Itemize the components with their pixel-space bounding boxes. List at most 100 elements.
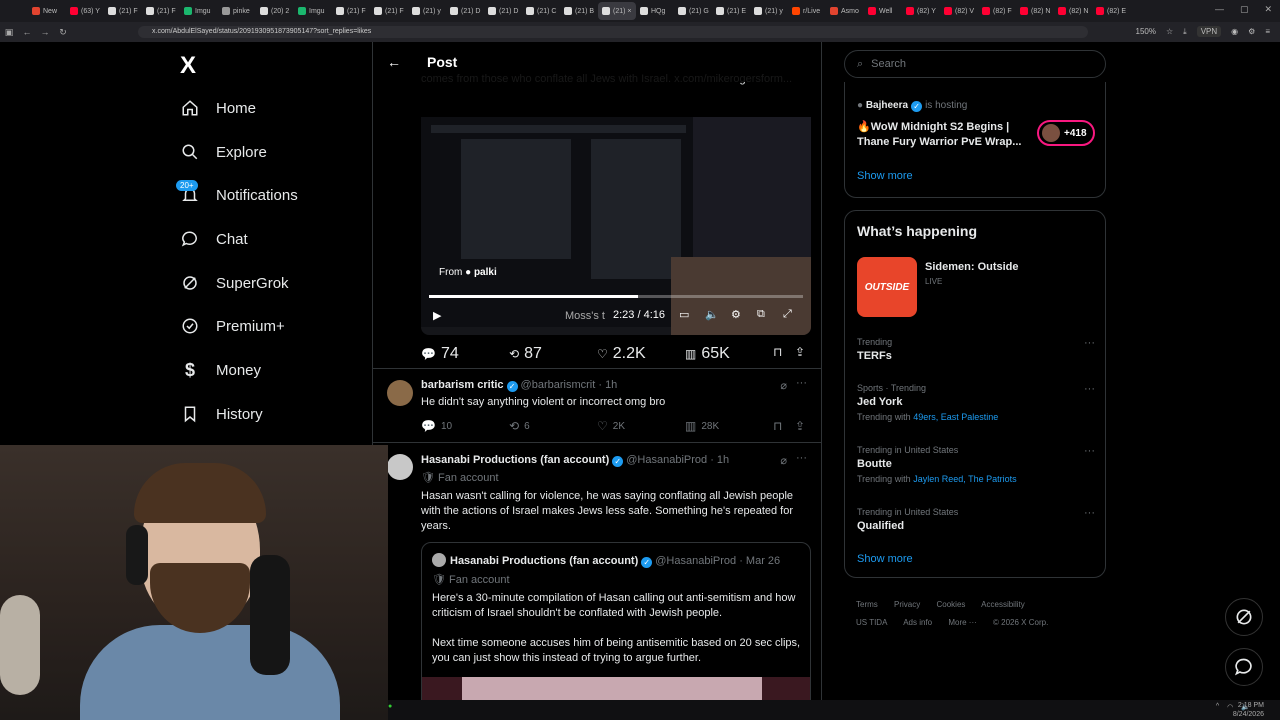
footer-link[interactable]: Terms (856, 600, 878, 609)
close-icon[interactable]: ✕ (1264, 4, 1272, 15)
footer-link[interactable]: Ads info (903, 618, 932, 627)
nav-item-supergrok[interactable]: SuperGrok (180, 267, 289, 299)
back-icon[interactable]: ← (18, 27, 36, 37)
chat-fab[interactable] (1225, 648, 1263, 686)
trend-item[interactable]: Trending in United States Qualified ··· (857, 507, 1095, 532)
settings-icon[interactable]: ⚙ (731, 308, 741, 321)
browser-tab[interactable]: (82) N (1054, 2, 1092, 20)
browser-tab[interactable]: (21) F (142, 2, 180, 20)
more-icon[interactable]: ··· (1084, 507, 1095, 519)
vpn-button[interactable]: VPN (1196, 26, 1222, 37)
grok-fab[interactable] (1225, 598, 1263, 636)
x-logo[interactable]: X (180, 52, 196, 80)
video-progress-bar[interactable] (429, 295, 803, 298)
browser-tab[interactable]: (63) Y (66, 2, 104, 20)
app-icon[interactable]: ● (388, 703, 392, 710)
browser-tab[interactable]: (21) D (446, 2, 484, 20)
trend-links[interactable]: Jaylen Reed, The Patriots (913, 474, 1016, 484)
browser-tab[interactable]: Imgu (180, 2, 218, 20)
nav-item-home[interactable]: Home (180, 92, 256, 124)
browser-tab[interactable]: (21) D (484, 2, 522, 20)
back-arrow-icon[interactable]: ← (387, 54, 401, 70)
nav-item-notifications[interactable]: 20+ Notifications (176, 179, 298, 211)
fullscreen-icon[interactable]: ⤢ (783, 308, 792, 321)
quoted-post[interactable]: Hasanabi Productions (fan account) ✓ @Hasa… (421, 542, 811, 720)
trend-item[interactable]: Trending in United States Boutte Trendin… (857, 445, 1095, 484)
live-listener-count[interactable]: +418 (1037, 120, 1095, 146)
quoted-author[interactable]: Hasanabi Productions (fan account) ✓ @Hasa… (432, 553, 780, 568)
share-button[interactable]: ⇪ (795, 419, 805, 433)
nav-item-explore[interactable]: Explore (180, 136, 267, 168)
trend-item[interactable]: Sports · Trending Jed York Trending with… (857, 383, 1095, 422)
browser-tab[interactable]: (21) × (598, 2, 636, 20)
extensions-icon[interactable]: ⚙ (1248, 27, 1255, 36)
profile-icon[interactable]: ◉ (1231, 27, 1238, 36)
live-card[interactable]: ● Bajheera ✓ is hosting 🔥WoW Midnight S2 B… (844, 82, 1106, 198)
footer-link[interactable]: Privacy (894, 600, 920, 609)
reply-author[interactable]: Hasanabi Productions (fan account) ✓ @Hasa… (421, 454, 729, 467)
reply-button[interactable]: 💬 74 (421, 345, 459, 363)
trend-item[interactable]: Trending TERFs ··· (857, 337, 1095, 362)
footer-link[interactable]: US TIDA (856, 618, 887, 627)
bookmark-star-icon[interactable]: ☆ (1166, 27, 1173, 36)
play-icon[interactable]: ▶ (433, 309, 441, 322)
trend-links[interactable]: 49ers, East Palestine (913, 412, 998, 422)
browser-tab[interactable]: (21) F (370, 2, 408, 20)
download-icon[interactable]: ⤓ (1183, 27, 1187, 37)
more-icon[interactable]: ··· (796, 452, 807, 464)
event-name[interactable]: Sidemen: Outside (925, 261, 1019, 273)
event-thumbnail[interactable]: OUTSIDE (857, 257, 917, 317)
share-button[interactable]: ⇪ (795, 345, 805, 359)
more-icon[interactable]: ··· (1084, 337, 1095, 349)
video-player[interactable]: From ● palki Moss's t ▶ 2:23 / 4:16 ▭ 🔈 … (421, 117, 811, 335)
browser-tab[interactable]: (82) V (940, 2, 978, 20)
browser-tab[interactable]: (21) C (522, 2, 560, 20)
browser-tab[interactable]: (21) y (750, 2, 788, 20)
grok-icon[interactable]: ⌀ (780, 454, 787, 467)
captions-icon[interactable]: ▭ (679, 308, 689, 321)
forward-icon[interactable]: → (36, 27, 54, 37)
browser-tab[interactable]: Imgu (294, 2, 332, 20)
browser-tab[interactable]: (21) F (104, 2, 142, 20)
browser-tab[interactable]: pinke (218, 2, 256, 20)
browser-tab[interactable]: (82) E (1092, 2, 1130, 20)
url-field[interactable]: x.com/AbdulElSayed/status/20919309518739… (138, 26, 1088, 38)
bookmark-button[interactable]: ⊓ (773, 419, 782, 433)
bookmark-button[interactable]: ⊓ (773, 345, 782, 359)
browser-tab[interactable]: HQg (636, 2, 674, 20)
zoom-level[interactable]: 150% (1136, 27, 1156, 36)
live-title[interactable]: 🔥WoW Midnight S2 Begins | Thane Fury War… (857, 120, 1037, 150)
popout-icon[interactable]: ⧉ (757, 308, 765, 321)
show-more-link[interactable]: Show more (857, 170, 913, 182)
nav-item-premium[interactable]: Premium+ (180, 310, 285, 342)
nav-item-money[interactable]: $ Money (180, 354, 261, 386)
repost-button[interactable]: ⟲ 87 (509, 345, 542, 363)
browser-tab[interactable]: (82) F (978, 2, 1016, 20)
volume-icon[interactable]: 🔈 (705, 308, 719, 321)
maximize-icon[interactable]: ▢ (1240, 4, 1249, 15)
reload-icon[interactable]: ↻ (54, 27, 72, 38)
more-icon[interactable]: ··· (1084, 445, 1095, 457)
footer-link[interactable]: Cookies (936, 600, 965, 609)
browser-tab[interactable]: (82) N (1016, 2, 1054, 20)
avatar[interactable] (387, 454, 413, 480)
sidebar-toggle-icon[interactable]: ▣ (0, 27, 18, 38)
nav-item-history[interactable]: History (180, 398, 263, 430)
footer-link[interactable]: More ··· (948, 618, 976, 627)
minimize-icon[interactable]: — (1215, 4, 1224, 15)
tray-icon[interactable]: ^ (1216, 703, 1219, 711)
reply-button[interactable]: 💬 10 (421, 419, 452, 433)
nav-item-chat[interactable]: Chat (180, 223, 248, 255)
views-button[interactable]: ▥ 65K (685, 345, 730, 363)
reply-author[interactable]: barbarism critic ✓ @barbarismcrit · 1h (421, 379, 617, 392)
more-icon[interactable]: ··· (1084, 383, 1095, 395)
browser-tab[interactable]: (21) E (712, 2, 750, 20)
browser-tab[interactable]: (82) Y (902, 2, 940, 20)
views-button[interactable]: ▥ 28K (685, 419, 719, 433)
like-button[interactable]: ♡ 2.2K (597, 345, 646, 363)
avatar[interactable] (387, 380, 413, 406)
menu-icon[interactable]: ≡ (1265, 27, 1270, 36)
browser-tab[interactable]: (21) G (674, 2, 712, 20)
grok-icon[interactable]: ⌀ (780, 379, 787, 392)
browser-tab[interactable]: (21) F (332, 2, 370, 20)
